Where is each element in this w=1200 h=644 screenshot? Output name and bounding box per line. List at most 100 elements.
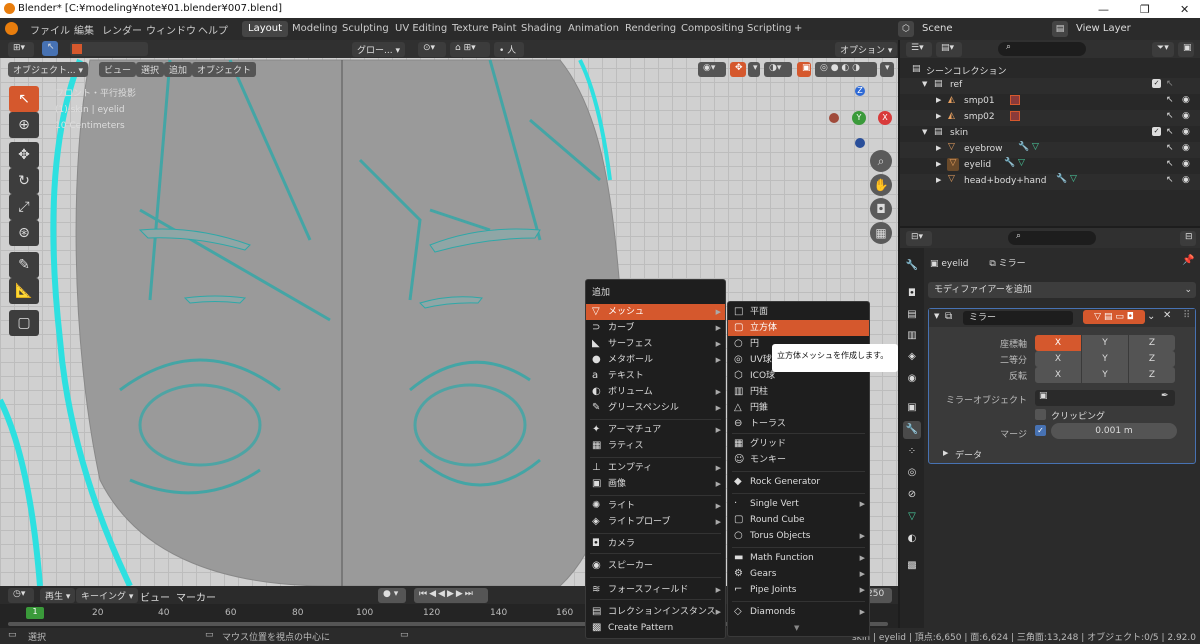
tool-tab-icon[interactable]: 🔧 — [903, 257, 921, 275]
options-icon[interactable]: ⊟ — [1180, 231, 1196, 246]
menu-add[interactable]: 追加 — [164, 62, 193, 77]
add-modifier-dropdown[interactable]: モディファイアーを追加 ⌄ — [928, 282, 1196, 298]
outliner-item-eyebrow[interactable]: ▶ ▽ eyebrow 🔧 ▽ ↖ ◉ — [900, 142, 1200, 158]
outliner-search-input[interactable]: ⌕ — [998, 42, 1086, 56]
expand-arrow-icon[interactable]: ▶ — [943, 449, 948, 457]
constraints-tab-icon[interactable]: ⊘ — [903, 486, 921, 504]
physics-tab-icon[interactable]: ◎ — [903, 464, 921, 482]
eye-icon[interactable]: ◉ — [1182, 111, 1190, 121]
mode-dropdown[interactable]: オブジェクト... ▾ — [8, 62, 88, 77]
merge-distance-field[interactable]: 0.001 m — [1051, 423, 1177, 439]
scale-tool-icon[interactable]: ⤢ — [9, 194, 39, 220]
flip-y-toggle[interactable]: Y — [1082, 367, 1128, 383]
select-tool-icon[interactable]: ↖ — [9, 86, 39, 112]
add-menu-item[interactable]: ▩ Create Pattern — [586, 620, 725, 636]
outliner-item-ref[interactable]: ▼ ▤ ref ✓ ↖ — [900, 78, 1200, 94]
scene-name[interactable]: Scene — [922, 23, 953, 34]
outliner-item-eyelid[interactable]: ▶ ▽ eyelid 🔧 ▽ ↖ ◉ — [900, 158, 1200, 174]
outliner-item-smp01[interactable]: ▶ ◭ smp01 ↖ ◉ — [900, 94, 1200, 110]
tab-shading[interactable]: Shading — [515, 21, 568, 37]
gizmo-dropdown-icon[interactable]: ▾ — [748, 62, 760, 77]
eye-icon[interactable]: ◉ — [1182, 95, 1190, 105]
blender-menu-icon[interactable] — [5, 22, 18, 35]
shading-mode-icons[interactable]: ◎ ● ◐ ◑ — [815, 62, 877, 77]
data-tab-icon[interactable]: ▽ — [903, 508, 921, 526]
axis-x-toggle[interactable]: X — [1035, 335, 1081, 351]
tab-modeling[interactable]: Modeling — [286, 21, 344, 37]
playback-controls[interactable]: ⏮◀◀▶▶⏭ — [414, 588, 488, 603]
add-menu-item[interactable]: ◐ ボリューム ▶ — [586, 384, 725, 400]
selectable-icon[interactable]: ↖ — [1166, 79, 1174, 89]
object-tab-icon[interactable]: ▣ — [903, 399, 921, 417]
pivot-icon[interactable]: ⊙▾ — [418, 42, 446, 57]
outliner-root[interactable]: ▤ シーンコレクション — [900, 62, 1200, 78]
eye-icon[interactable]: ◉ — [1182, 175, 1190, 185]
add-menu-item[interactable]: ▤ コレクションインスタンス ▶ — [586, 604, 725, 620]
close-button[interactable]: ✕ — [1180, 3, 1189, 16]
move-tool-icon[interactable]: ✥ — [9, 142, 39, 168]
bisect-x-toggle[interactable]: X — [1035, 351, 1081, 367]
outliner-item-skin[interactable]: ▼ ▤ skin ✓ ↖ ◉ — [900, 126, 1200, 142]
bisect-y-toggle[interactable]: Y — [1082, 351, 1128, 367]
add-menu-item[interactable]: a テキスト — [586, 368, 725, 384]
timeline-marker-menu[interactable]: マーカー — [176, 589, 216, 604]
mesh-menu-item[interactable]: ▢ Round Cube — [728, 512, 869, 528]
pin-icon[interactable]: 📌 — [1182, 255, 1194, 266]
flip-x-toggle[interactable]: X — [1035, 367, 1081, 383]
modifier-tab-icon[interactable]: 🔧 — [903, 421, 921, 439]
add-menu-item[interactable]: ◣ サーフェス ▶ — [586, 336, 725, 352]
rotate-tool-icon[interactable]: ↻ — [9, 168, 39, 194]
menu-window[interactable]: ウィンドウ — [146, 22, 196, 37]
tab-sculpting[interactable]: Sculpting — [336, 21, 395, 37]
properties-search-input[interactable]: ⌕ — [1008, 231, 1096, 245]
mesh-menu-item[interactable]: ○ Torus Objects ▶ — [728, 528, 869, 544]
drag-handle-icon[interactable]: ⠿ — [1183, 310, 1190, 321]
selectable-icon[interactable]: ↖ — [1166, 111, 1174, 121]
add-menu-item[interactable]: ● メタボール ▶ — [586, 352, 725, 368]
data-subpanel-label[interactable]: データ — [955, 448, 982, 461]
mesh-menu-item[interactable]: ▦ グリッド — [728, 436, 869, 452]
expand-arrow-icon[interactable]: ▶ — [936, 160, 941, 168]
selectable-icon[interactable]: ↖ — [1166, 95, 1174, 105]
filter-icon[interactable]: ⏷▾ — [1152, 42, 1174, 57]
properties-editor-icon[interactable]: ⊟▾ — [906, 231, 932, 246]
material-tab-icon[interactable]: ◐ — [903, 530, 921, 548]
bisect-z-toggle[interactable]: Z — [1129, 351, 1175, 367]
menu-select[interactable]: 選択 — [136, 62, 165, 77]
gizmo-x[interactable]: X — [878, 111, 892, 125]
add-cube-tool-icon[interactable]: ▢ — [9, 310, 39, 336]
tab-animation[interactable]: Animation — [562, 21, 625, 37]
gizmo-y[interactable]: Y — [852, 111, 866, 125]
mesh-menu-item[interactable]: ◇ Diamonds ▶ — [728, 604, 869, 620]
xray-icon[interactable]: ▣ — [797, 62, 811, 77]
mesh-menu-item[interactable]: ◆ Rock Generator — [728, 474, 869, 490]
mesh-menu-item[interactable]: ▬ Math Function ▶ — [728, 550, 869, 566]
pan-hand-icon[interactable]: ✋ — [870, 174, 892, 196]
maximize-button[interactable]: ❐ — [1140, 3, 1150, 16]
expand-arrow-icon[interactable]: ▶ — [936, 96, 941, 104]
flip-z-toggle[interactable]: Z — [1129, 367, 1175, 383]
playback-dropdown[interactable]: 再生 ▾ — [40, 588, 76, 603]
camera-view-icon[interactable]: ◘ — [870, 198, 892, 220]
mesh-menu-item[interactable]: ▢ 立方体 — [728, 320, 869, 336]
tab-layout[interactable]: Layout — [242, 21, 288, 37]
keying-dropdown[interactable]: キーイング ▾ — [76, 588, 139, 603]
outliner-editor-icon[interactable]: ☰▾ — [906, 42, 932, 57]
add-menu-item[interactable]: ▽ メッシュ ▶ — [586, 304, 725, 320]
annotate-tool-icon[interactable]: ✎ — [9, 252, 39, 278]
transform-orientation-dropdown[interactable]: グロー... ▾ — [352, 42, 405, 57]
mesh-menu-item[interactable]: ⚙ Gears ▶ — [728, 566, 869, 582]
tab-rendering[interactable]: Rendering — [619, 21, 682, 37]
world-tab-icon[interactable]: ◉ — [903, 370, 921, 388]
clipping-checkbox[interactable] — [1035, 409, 1046, 420]
eyedropper-icon[interactable]: ✒ — [1161, 391, 1169, 401]
particles-tab-icon[interactable]: ⁘ — [903, 443, 921, 461]
add-menu-item[interactable]: ⊃ カーブ ▶ — [586, 320, 725, 336]
expand-arrow-icon[interactable]: ▶ — [936, 112, 941, 120]
render-tab-icon[interactable]: ◘ — [903, 285, 921, 303]
add-menu-item[interactable]: ⊥ エンプティ ▶ — [586, 460, 725, 476]
checkbox-icon[interactable]: ✓ — [1152, 79, 1161, 88]
mesh-menu-item[interactable]: ⌐ Pipe Joints ▶ — [728, 582, 869, 598]
proportional-edit-icon[interactable]: • 人 — [494, 42, 524, 57]
output-tab-icon[interactable]: ▤ — [903, 306, 921, 324]
